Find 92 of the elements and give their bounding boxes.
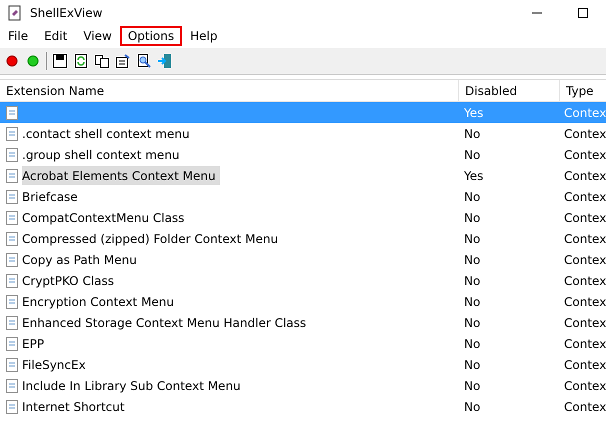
disabled-cell-text: Yes [463,104,484,122]
column-header[interactable]: Extension Name [0,80,459,101]
extension-icon [4,188,20,204]
table-row[interactable]: Acrobat Elements Context Menu Yes Contex [0,165,606,186]
search-icon[interactable] [136,53,152,69]
disabled-cell-text: No [463,378,482,394]
type-cell-text: Contex [563,252,606,268]
extension-icon [4,210,20,226]
extension-icon [4,336,20,352]
type-cell-text: Contex [563,104,606,122]
extension-name: .contact shell context menu [22,126,191,142]
extension-name: EPP [22,336,46,352]
disabled-cell-text: No [463,252,482,268]
type-cell-text: Contex [563,398,606,416]
type-cell-text: Contex [563,314,606,332]
extension-icon [4,314,20,330]
save-icon[interactable] [52,53,68,69]
extension-icon [4,378,20,394]
properties-icon[interactable] [115,53,131,69]
table-row[interactable]: .group shell context menu No Contex [0,144,606,165]
disabled-cell-text: No [463,210,482,226]
extension-icon [4,356,20,372]
column-header[interactable]: Disabled [459,80,560,101]
enable-icon[interactable] [25,53,41,69]
menu-item[interactable]: View [75,26,120,46]
menu-item[interactable]: Help [182,26,226,46]
table-row[interactable]: Compressed (zipped) Folder Context Menu No Contex [0,228,606,249]
type-cell-text: Contex [563,210,606,226]
extension-name: CryptPKO Class [22,272,116,290]
extension-name: Include In Library Sub Context Menu [22,378,242,394]
extension-name: .group shell context menu [22,146,181,164]
column-header[interactable]: Type [560,80,606,101]
exit-icon[interactable] [157,53,173,69]
disabled-cell-text: No [463,272,482,290]
table-row[interactable]: FileSyncEx No Contex [0,354,606,375]
extension-icon [4,294,20,310]
extension-name: Enhanced Storage Context Menu Handler Class [22,314,308,332]
table-row[interactable]: CompatContextMenu Class No Contex [0,207,606,228]
extension-icon [4,146,20,162]
extension-name: Encryption Context Menu [22,294,176,310]
maximize-icon[interactable] [577,7,589,19]
extension-icon [4,272,20,288]
disabled-cell-text: No [463,126,482,142]
table-row[interactable]: Enhanced Storage Context Menu Handler Class No Contex [0,312,606,333]
disable-icon[interactable] [4,53,20,69]
type-cell-text: Contex [563,272,606,290]
extension-icon [4,168,20,184]
extension-icon [4,126,20,142]
type-cell-text: Contex [563,294,606,310]
menu-item[interactable]: Options [120,26,182,46]
type-cell-text: Contex [563,168,606,184]
table-row[interactable]: Copy as Path Menu No Contex [0,249,606,270]
extension-name: Compressed (zipped) Folder Context Menu [22,230,280,248]
disabled-cell-text: No [463,188,482,206]
menu-item[interactable]: Edit [36,26,76,46]
disabled-cell-text: No [463,314,482,332]
type-cell-text: Contex [563,230,606,248]
extension-name: CompatContextMenu Class [22,210,186,226]
app-icon [7,5,23,21]
table-row[interactable]: CryptPKO Class No Contex [0,270,606,291]
extension-icon [4,252,20,268]
type-cell-text: Contex [563,146,606,164]
window-title: ShellExView [30,6,102,20]
table-row[interactable]: Encryption Context Menu No Contex [0,291,606,312]
menu-item[interactable]: File [0,26,36,46]
extension-icon [4,104,20,120]
table-row[interactable]: Include In Library Sub Context Menu No Contex [0,375,606,396]
type-cell-text: Contex [563,336,606,352]
extension-name: Briefcase [22,188,79,206]
extension-name: FileSyncEx [22,356,87,374]
disabled-cell-text: No [463,398,482,416]
extension-name: Acrobat Elements Context Menu [22,166,220,185]
copy-icon[interactable] [94,53,110,69]
type-cell-text: Contex [563,188,606,206]
type-cell-text: Contex [563,378,606,394]
disabled-cell-text: No [463,336,482,352]
table-row[interactable]: Briefcase No Contex [0,186,606,207]
disabled-cell-text: No [463,356,482,374]
type-cell-text: Contex [563,126,606,142]
extension-name: Copy as Path Menu [22,252,138,268]
extension-name: Internet Shortcut [22,398,126,416]
disabled-cell-text: No [463,146,482,164]
disabled-cell-text: No [463,230,482,248]
table-row[interactable]: .contact shell context menu No Contex [0,123,606,144]
refresh-icon[interactable] [73,53,89,69]
disabled-cell-text: Yes [463,168,484,184]
extension-icon [4,398,20,414]
table-row[interactable]: EPP No Contex [0,333,606,354]
disabled-cell-text: No [463,294,482,310]
table-row[interactable]: Internet Shortcut No Contex [0,396,606,417]
type-cell-text: Contex [563,356,606,374]
extension-icon [4,230,20,246]
